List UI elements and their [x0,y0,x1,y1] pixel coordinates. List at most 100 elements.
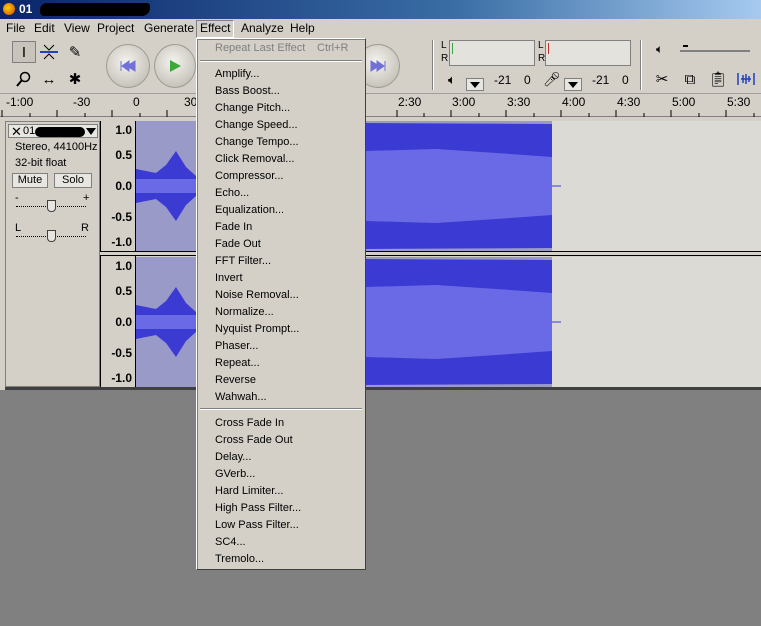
output-volume-value: -21 [494,73,512,87]
menu-item-effect[interactable]: Normalize... [215,306,274,318]
mute-button[interactable]: Mute [12,173,48,188]
pan-slider-thumb[interactable] [47,230,56,242]
menu-help[interactable]: Help [287,21,318,37]
menu-item-effect[interactable]: Echo... [215,187,249,199]
speaker-icon: 🔈︎ [448,72,456,87]
paste-icon[interactable]: 📋︎ [706,68,730,90]
output-meter [449,40,535,66]
solo-button[interactable]: Solo [54,173,92,188]
menu-item-repeat-last-effect[interactable]: Repeat Last Effect [215,42,305,54]
scale-label: 0.0 [115,179,132,193]
envelope-tool-icon[interactable] [37,41,61,63]
menu-item-effect[interactable]: FFT Filter... [215,255,271,267]
menu-item-effect[interactable]: SC4... [215,536,246,548]
channel-1-scale: 1.0 0.5 0.0 -0.5 -1.0 [101,121,136,251]
menu-analyze[interactable]: Analyze [238,21,287,37]
input-meter-level [548,43,549,54]
selection-tool-icon[interactable]: I [12,41,36,63]
scale-label: -1.0 [111,235,132,249]
menu-item-effect[interactable]: Hard Limiter... [215,485,283,497]
menu-edit[interactable]: Edit [31,21,58,37]
menu-item-effect[interactable]: Cross Fade Out [215,434,293,446]
chevron-down-icon [86,128,96,135]
menu-item-effect[interactable]: GVerb... [215,468,255,480]
menu-separator [200,60,362,62]
title-bar: 01 [0,0,761,19]
input-volume-value: -21 [592,73,610,87]
scale-label: -0.5 [111,210,132,224]
copy-icon[interactable]: ⧉ [678,68,702,90]
menu-item-effect[interactable]: Reverse [215,374,256,386]
menu-item-effect[interactable]: Wahwah... [215,391,267,403]
menu-effect[interactable]: Effect [196,20,235,38]
output-volume-zero: 0 [524,73,531,87]
track-format: Stereo, 44100Hz [15,141,98,153]
track-name-bar[interactable]: ✕ 01 [8,124,98,140]
menu-file[interactable]: File [3,21,28,37]
menu-item-effect[interactable]: Cross Fade In [215,417,284,429]
output-device-dropdown[interactable] [466,78,484,91]
menu-separator [200,408,362,410]
chevron-down-icon [470,82,480,88]
close-track-icon[interactable]: ✕ [11,124,22,140]
menu-item-effect[interactable]: Fade In [215,221,252,233]
toolbar-area: I ✎ ↔ ✱ L R L R 🔈︎ -21 0 🎤︎ -21 0 🔈︎ ✂ ⧉ [0,38,761,94]
output-meter-left-label: L [441,40,447,51]
menu-item-effect[interactable]: Invert [215,272,243,284]
timeshift-tool-icon[interactable]: ↔ [37,68,61,90]
volume-slider[interactable] [680,45,750,52]
menu-item-effect[interactable]: Delay... [215,451,251,463]
cut-icon[interactable]: ✂ [650,68,674,90]
input-device-dropdown[interactable] [564,78,582,91]
scale-label: 0.5 [115,284,132,298]
menu-item-effect[interactable]: Repeat... [215,357,260,369]
input-meter-left-label: L [538,40,544,51]
pan-right-label: R [81,222,89,234]
redaction-scribble [35,127,85,137]
microphone-icon: 🎤︎ [543,71,561,87]
empty-workspace[interactable] [0,390,761,626]
volume-slider-thumb[interactable] [683,45,688,50]
menu-item-effect[interactable]: Change Speed... [215,119,298,131]
skip-to-start-button[interactable] [106,44,150,88]
menu-item-effect[interactable]: Compressor... [215,170,283,182]
chevron-down-icon [568,82,578,88]
toolbar-grip [432,40,434,90]
window-title: 01 [19,2,33,16]
menu-item-effect[interactable]: Phaser... [215,340,258,352]
app-icon [3,3,15,15]
menu-item-effect[interactable]: Nyquist Prompt... [215,323,299,335]
multi-tool-icon[interactable]: ✱ [63,68,87,90]
skip-end-icon [370,60,386,72]
track-bottom-border [5,387,761,390]
menu-project[interactable]: Project [94,21,137,37]
menu-item-effect[interactable]: Fade Out [215,238,261,250]
menu-generate[interactable]: Generate [141,21,197,37]
menu-item-effect[interactable]: Tremolo... [215,553,264,565]
menu-item-effect[interactable]: Bass Boost... [215,85,280,97]
menu-view[interactable]: View [61,21,93,37]
ruler-ticks [1,110,755,117]
output-meter-level [452,43,453,54]
gain-plus-label: + [83,192,90,204]
output-meter-right-label: R [441,53,449,64]
scale-label: -1.0 [111,371,132,385]
zoom-tool-icon[interactable] [12,68,36,90]
menu-item-effect[interactable]: Click Removal... [215,153,294,165]
menu-item-effect[interactable]: Low Pass Filter... [215,519,299,531]
trim-icon[interactable] [734,68,758,90]
menu-item-effect[interactable]: Amplify... [215,68,259,80]
play-button[interactable] [154,44,196,88]
menu-item-effect[interactable]: Equalization... [215,204,284,216]
volume-icon: 🔈︎ [656,42,664,56]
gain-slider-thumb[interactable] [47,200,56,212]
timeline-ruler[interactable]: -1:00 -30 0 30 2:30 3:00 3:30 4:00 4:30 … [0,94,761,117]
menu-item-effect[interactable]: Change Pitch... [215,102,290,114]
track-bit-depth: 32-bit float [15,157,67,169]
redaction-scribble [40,3,150,16]
menu-item-effect[interactable]: High Pass Filter... [215,502,301,514]
track-control-panel[interactable]: ✕ 01 Stereo, 44100Hz 32-bit float Mute S… [5,121,100,387]
draw-tool-icon[interactable]: ✎ [63,41,87,63]
menu-item-effect[interactable]: Noise Removal... [215,289,299,301]
menu-item-effect[interactable]: Change Tempo... [215,136,299,148]
